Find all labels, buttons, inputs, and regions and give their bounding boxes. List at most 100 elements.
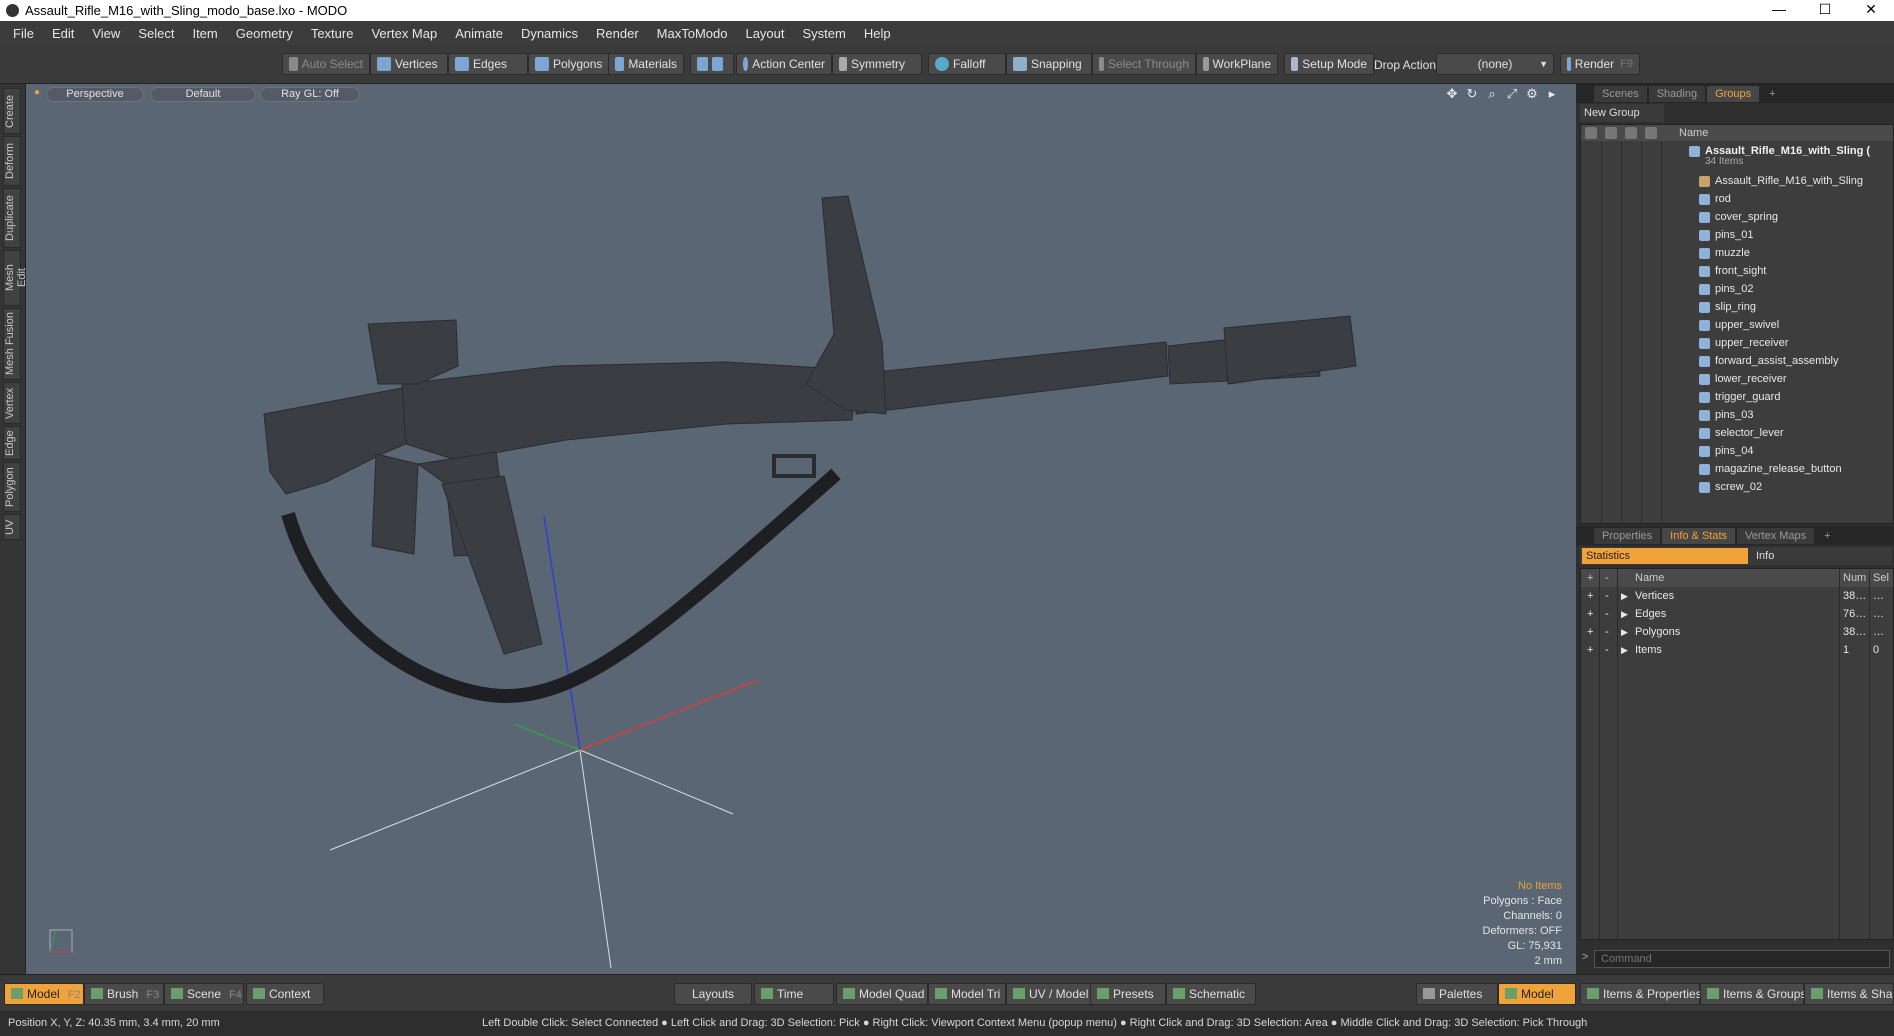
brush-layout-button[interactable]: Brush F3 xyxy=(84,983,164,1005)
tab-vertex-maps[interactable]: Vertex Maps xyxy=(1737,527,1815,544)
lock-column-icon[interactable] xyxy=(1625,127,1637,139)
statistics-tab[interactable]: Statistics xyxy=(1582,548,1748,564)
expand-all-button[interactable]: + xyxy=(1587,569,1593,587)
select-column-icon[interactable] xyxy=(1645,127,1657,139)
group-item[interactable]: forward_assist_assembly xyxy=(1581,352,1893,370)
items-groups-button[interactable]: Items & Groups xyxy=(1700,983,1806,1005)
shading-mode-button[interactable]: Default xyxy=(150,87,256,102)
zoom-icon[interactable]: ⌕ xyxy=(1484,86,1500,102)
drop-action-select[interactable]: (none) ▼ xyxy=(1436,53,1554,75)
menu-file[interactable]: File xyxy=(4,26,43,41)
workplane-button[interactable]: WorkPlane xyxy=(1196,53,1278,75)
group-item[interactable]: pins_01 xyxy=(1581,226,1893,244)
group-item[interactable]: trigger_guard xyxy=(1581,388,1893,406)
tab-create[interactable]: Create xyxy=(3,88,21,134)
tab-duplicate[interactable]: Duplicate xyxy=(3,188,21,248)
add-button[interactable]: + xyxy=(1587,605,1593,623)
expand-arrow-icon[interactable]: ▶ xyxy=(1621,587,1628,605)
group-item[interactable]: magazine_release_button xyxy=(1581,460,1893,478)
collapse-all-button[interactable]: - xyxy=(1605,569,1609,587)
rotate-icon[interactable]: ↻ xyxy=(1464,86,1480,102)
raygl-button[interactable]: Ray GL: Off xyxy=(260,87,360,102)
expand-arrow-icon[interactable]: ▶ xyxy=(1621,605,1628,623)
menu-animate[interactable]: Animate xyxy=(446,26,512,41)
tab-scenes[interactable]: Scenes xyxy=(1594,85,1647,102)
new-group-button[interactable]: New Group xyxy=(1580,104,1664,122)
add-tab-button[interactable]: + xyxy=(1761,86,1783,102)
menu-system[interactable]: System xyxy=(794,26,855,41)
fit-icon[interactable]: ⤢ xyxy=(1504,86,1520,102)
model-quad-button[interactable]: Model Quad xyxy=(836,983,928,1005)
model-tri-button[interactable]: Model Tri xyxy=(928,983,1006,1005)
expand-arrow-icon[interactable]: ▶ xyxy=(1621,623,1628,641)
tab-shading[interactable]: Shading xyxy=(1648,85,1706,102)
items-properties-button[interactable]: Items & Properties xyxy=(1580,983,1702,1005)
visibility-column-icon[interactable] xyxy=(1585,127,1597,139)
menu-item[interactable]: Item xyxy=(183,26,226,41)
gear-icon[interactable]: ⚙ xyxy=(1524,86,1540,102)
menu-view[interactable]: View xyxy=(83,26,129,41)
tab-uv[interactable]: UV xyxy=(3,514,21,540)
add-button[interactable]: + xyxy=(1587,641,1593,659)
uv-model-button[interactable]: UV / Model xyxy=(1006,983,1092,1005)
add-button[interactable]: + xyxy=(1587,587,1593,605)
menu-render[interactable]: Render xyxy=(587,26,648,41)
tab-mesh-fusion[interactable]: Mesh Fusion xyxy=(3,308,21,380)
schematic-button[interactable]: Schematic xyxy=(1166,983,1256,1005)
menu-geometry[interactable]: Geometry xyxy=(227,26,302,41)
tab-info-stats[interactable]: Info & Stats xyxy=(1662,527,1736,544)
menu-layout[interactable]: Layout xyxy=(736,26,793,41)
stat-row-items[interactable]: + - ▶ Items 1 0 xyxy=(1581,641,1893,659)
render-button[interactable]: Render F9 xyxy=(1560,53,1640,75)
symmetry-button[interactable]: Symmetry xyxy=(832,53,922,75)
render-column-icon[interactable] xyxy=(1605,127,1617,139)
add-tab-button[interactable]: + xyxy=(1816,528,1838,544)
tab-edge[interactable]: Edge xyxy=(3,426,21,460)
materials-button[interactable]: Materials xyxy=(608,53,684,75)
context-layout-button[interactable]: Context xyxy=(246,983,324,1005)
remove-button[interactable]: - xyxy=(1605,641,1609,659)
model-layout-button[interactable]: Model F2 xyxy=(4,983,84,1005)
maximize-button[interactable]: ☐ xyxy=(1802,0,1848,21)
group-item[interactable]: upper_receiver xyxy=(1581,334,1893,352)
presets-button[interactable]: Presets xyxy=(1090,983,1166,1005)
command-input[interactable] xyxy=(1594,950,1890,968)
expand-arrow-icon[interactable]: ▶ xyxy=(1621,641,1628,659)
auto-select-button[interactable]: Auto Select xyxy=(282,53,370,75)
snapping-button[interactable]: Snapping xyxy=(1006,53,1092,75)
group-item[interactable]: screw_02 xyxy=(1581,478,1893,496)
remove-button[interactable]: - xyxy=(1605,587,1609,605)
setup-mode-button[interactable]: Setup Mode xyxy=(1284,53,1374,75)
group-item[interactable]: upper_swivel xyxy=(1581,316,1893,334)
stat-row-edges[interactable]: + - ▶ Edges 76… … xyxy=(1581,605,1893,623)
view-type-button[interactable]: Perspective xyxy=(46,87,144,102)
stat-row-polygons[interactable]: + - ▶ Polygons 38… … xyxy=(1581,623,1893,641)
time-layout-button[interactable]: Time xyxy=(754,983,834,1005)
items-shading-button[interactable]: Items & Shadi xyxy=(1804,983,1894,1005)
3d-viewport[interactable]: ● Perspective Default Ray GL: Off ✥ ↻ ⌕ … xyxy=(26,84,1576,974)
tab-groups[interactable]: Groups xyxy=(1707,85,1760,102)
add-button[interactable]: + xyxy=(1587,623,1593,641)
scene-layout-button[interactable]: Scene F4 xyxy=(164,983,244,1005)
tab-polygon[interactable]: Polygon xyxy=(3,462,21,512)
remove-button[interactable]: - xyxy=(1605,605,1609,623)
stat-row-vertices[interactable]: + - ▶ Vertices 38… … xyxy=(1581,587,1893,605)
group-item[interactable]: pins_03 xyxy=(1581,406,1893,424)
tab-deform[interactable]: Deform xyxy=(3,136,21,186)
select-through-button[interactable]: Select Through xyxy=(1092,53,1196,75)
edges-button[interactable]: Edges xyxy=(448,53,528,75)
selection-sets-button[interactable] xyxy=(690,53,734,75)
group-item[interactable]: slip_ring xyxy=(1581,298,1893,316)
group-item[interactable]: pins_02 xyxy=(1581,280,1893,298)
group-item[interactable]: muzzle xyxy=(1581,244,1893,262)
group-item[interactable]: front_sight xyxy=(1581,262,1893,280)
minimize-button[interactable]: — xyxy=(1756,0,1802,21)
model-tab-button[interactable]: Model xyxy=(1498,983,1576,1005)
group-item[interactable]: selector_lever xyxy=(1581,424,1893,442)
palettes-button[interactable]: Palettes xyxy=(1416,983,1498,1005)
menu-help[interactable]: Help xyxy=(855,26,900,41)
group-item[interactable]: rod xyxy=(1581,190,1893,208)
menu-select[interactable]: Select xyxy=(129,26,183,41)
layouts-button[interactable]: Layouts xyxy=(674,983,752,1005)
tab-vertex[interactable]: Vertex xyxy=(3,382,21,424)
